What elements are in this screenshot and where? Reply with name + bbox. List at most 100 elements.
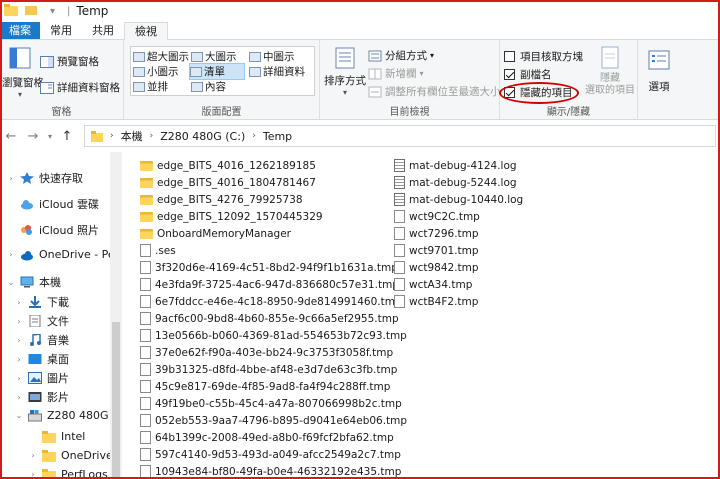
folder-icon [42,468,56,479]
nav-item[interactable]: › 文件 [14,313,69,329]
layout-list[interactable]: 清單 [189,63,245,80]
chevron-right-icon[interactable]: › [14,374,24,383]
folder-item[interactable]: edge_BITS_12092_1570445329 [140,208,407,225]
file-item[interactable]: 45c9e817-69de-4f85-9ad8-fa4f94c288ff.tmp [140,378,407,395]
layout-extra-large-icons[interactable]: 超大圖示 [133,49,189,64]
nav-item[interactable]: Intel [28,430,85,443]
back-arrow-icon[interactable]: ← [0,129,22,144]
up-arrow-icon[interactable]: ↑ [56,129,78,144]
file-item[interactable]: 49f19be0-c55b-45c4-a47a-807066998b2c.tmp [140,395,407,412]
chevron-right-icon[interactable]: › [6,250,16,259]
nav-item-label: Z280 480G (C:) [47,409,110,422]
address-bar[interactable]: › 本機 › Z280 480G (C:) › Temp [84,125,716,147]
tab-share[interactable]: 共用 [82,22,124,39]
preview-pane-button[interactable]: 預覽窗格 [40,54,99,69]
add-column-button[interactable]: 新增欄 ▾ [368,66,424,81]
group-by-button[interactable]: 分組方式 ▾ [368,48,434,63]
nav-item[interactable]: iCloud 照片 [6,222,99,238]
tab-home[interactable]: 常用 [40,22,82,39]
file-extensions-toggle[interactable]: 副檔名 [504,67,552,82]
sort-by-button[interactable]: 排序方式 ▾ [324,46,366,97]
hide-selected-items-button[interactable]: 隱藏 選取的項目 [584,46,636,97]
nav-item[interactable]: › 快速存取 [6,170,83,186]
file-item[interactable]: .ses [140,242,407,259]
file-item[interactable]: mat-debug-4124.log [394,157,523,174]
chevron-down-icon[interactable]: ⌄ [6,278,16,287]
details-pane-button[interactable]: 詳細資料窗格 [40,80,120,95]
file-item[interactable]: wctA34.tmp [394,276,523,293]
chevron-right-icon[interactable]: › [28,451,38,460]
nav-item[interactable]: › OneDriveTemp [28,449,110,462]
layout-large-icons[interactable]: 大圖示 [191,49,237,64]
file-item[interactable]: wct9842.tmp [394,259,523,276]
file-item[interactable]: 3f320d6e-4169-4c51-8bd2-94f9f1b1631a.tmp [140,259,407,276]
file-item[interactable]: wct9C2C.tmp [394,208,523,225]
layout-icon [191,51,203,62]
chevron-down-icon[interactable]: ⌄ [14,411,24,420]
file-item[interactable]: 37e0e62f-f90a-403e-bb24-9c3753f3058f.tmp [140,344,407,361]
chevron-right-icon[interactable]: › [14,393,24,402]
breadcrumb-drive[interactable]: Z280 480G (C:) [160,130,245,143]
file-item[interactable]: wctB4F2.tmp [394,293,523,310]
nav-item[interactable]: › 桌面 [14,351,69,367]
nav-item[interactable]: › OneDrive - Perso [6,248,110,261]
folder-item[interactable]: edge_BITS_4016_1804781467 [140,174,407,191]
item-checkboxes-checkbox[interactable] [504,51,515,62]
file-item[interactable]: wct7296.tmp [394,225,523,242]
layout-tiles[interactable]: 並排 [133,79,168,94]
nav-item[interactable]: › PerfLogs [28,468,108,479]
file-item[interactable]: 4e3fda9f-3725-4ac6-947d-836680c57e31.tmp [140,276,407,293]
nav-item[interactable]: ⌄ Z280 480G (C:) [14,409,110,422]
nav-scrollbar[interactable] [110,152,122,479]
file-item[interactable]: 39b31325-d8fd-4bbe-af48-e3d7de63c3fb.tmp [140,361,407,378]
nav-item[interactable]: › 下載 [14,294,69,310]
file-item[interactable]: 9acf6c00-9bd8-4b60-855e-9c66a5ef2955.tmp [140,310,407,327]
chevron-down-icon[interactable]: ▾ [50,6,55,17]
file-item[interactable]: 64b1399c-2008-49ed-a8b0-f69fcf2bfa62.tmp [140,429,407,446]
chevron-right-icon[interactable]: › [28,470,38,479]
tab-file[interactable]: 檔案 [0,22,40,39]
item-checkboxes-toggle[interactable]: 項目核取方塊 [504,49,583,64]
nav-pane-button[interactable]: 瀏覽窗格 ▾ [2,46,44,99]
chevron-right-icon[interactable]: › [14,355,24,364]
folder-item[interactable]: edge_BITS_4276_79925738 [140,191,407,208]
file-item[interactable]: 10943e84-bf80-49fa-b0e4-46332192e435.tmp [140,463,407,479]
nav-item[interactable]: › 音樂 [14,332,69,348]
chevron-right-icon[interactable]: › [14,336,24,345]
folder-item[interactable]: OnboardMemoryManager [140,225,407,242]
file-item[interactable]: 6e7fddcc-e46e-4c18-8950-9de814991460.tmp [140,293,407,310]
show-hide-group: 項目核取方塊 副檔名 隱藏的項目 隱藏 選取的項目 顯示/隱藏 [500,40,638,120]
file-extensions-checkbox[interactable] [504,69,515,80]
nav-item[interactable]: iCloud 雲碟 [6,196,99,212]
file-item[interactable]: mat-debug-10440.log [394,191,523,208]
nav-item[interactable]: › 圖片 [14,370,69,386]
breadcrumb-temp[interactable]: Temp [263,130,292,143]
scrollbar-thumb[interactable] [112,322,120,479]
layout-small-icons[interactable]: 小圖示 [133,64,179,79]
folder-item[interactable]: edge_BITS_4016_1262189185 [140,157,407,174]
quick-access-folder-icon[interactable] [24,4,38,19]
file-item[interactable]: 052eb553-9aa7-4796-b895-d9041e64eb06.tmp [140,412,407,429]
layout-medium-icons[interactable]: 中圖示 [249,49,295,64]
file-name: mat-debug-4124.log [409,159,517,172]
chevron-right-icon[interactable]: › [14,317,24,326]
options-button[interactable]: 選項 [642,48,676,94]
tab-view[interactable]: 檢視 [124,22,168,41]
forward-arrow-icon[interactable]: → [22,129,44,144]
hide-selected-label-1: 隱藏 [600,73,620,84]
nav-item[interactable]: ⌄ 本機 [6,274,61,290]
layout-label: 清單 [204,66,225,78]
breadcrumb-pc[interactable]: 本機 [121,128,143,144]
layout-details[interactable]: 詳細資料 [249,64,305,79]
file-item[interactable]: wct9701.tmp [394,242,523,259]
recent-locations-chevron-icon[interactable]: ▾ [44,132,56,141]
file-item[interactable]: 13e0566b-b060-4369-81ad-554653b72c93.tmp [140,327,407,344]
chevron-right-icon[interactable]: › [6,174,16,183]
file-item[interactable]: mat-debug-5244.log [394,174,523,191]
layout-content[interactable]: 內容 [191,79,226,94]
file-item[interactable]: 597c4140-9d53-493d-a049-afcc2549a2c7.tmp [140,446,407,463]
nav-item[interactable]: › 影片 [14,389,69,405]
nav-pane-icon [9,47,31,69]
chevron-right-icon[interactable]: › [14,298,24,307]
size-all-columns-button[interactable]: 調整所有欄位至最適大小 [368,84,501,99]
